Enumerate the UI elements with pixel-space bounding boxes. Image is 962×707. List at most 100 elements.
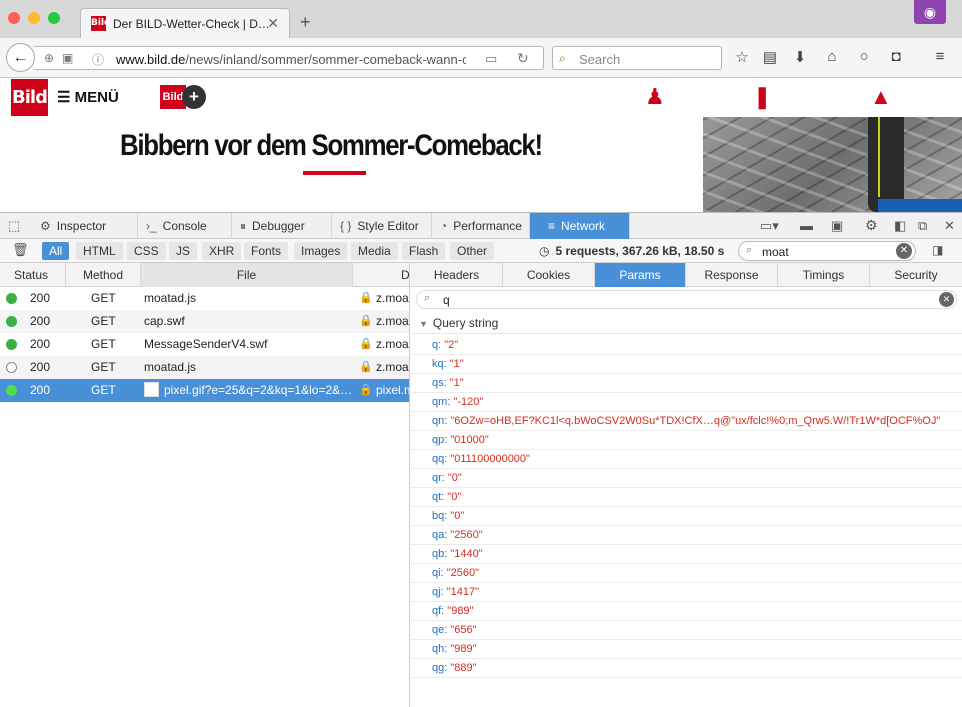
split-console-icon[interactable]: ▬ xyxy=(800,218,813,233)
clear-requests-trash-icon[interactable]: 🗑 xyxy=(12,242,29,258)
tab-timings[interactable]: Timings xyxy=(778,263,870,287)
filter-css-button[interactable]: CSS xyxy=(127,242,166,260)
clear-params-filter-icon[interactable]: ✕ xyxy=(939,292,954,307)
tab-console[interactable]: ›_ Console xyxy=(138,213,232,239)
tab-params[interactable]: Params xyxy=(595,263,686,287)
video-play-bar[interactable] xyxy=(878,199,962,212)
param-row[interactable]: bq: "0" xyxy=(411,507,962,526)
maximize-window-button[interactable] xyxy=(48,12,60,24)
close-window-button[interactable] xyxy=(8,12,20,24)
param-row[interactable]: qa: "2560" xyxy=(411,526,962,545)
param-row[interactable]: qn: "6OZw=oHB,EF?KC1l<q.bWoCSV2W0Su*TDX!… xyxy=(411,412,962,431)
tab-security[interactable]: Security xyxy=(870,263,962,287)
filter-xhr-button[interactable]: XHR xyxy=(202,242,242,260)
element-picker-icon[interactable]: ⬚ xyxy=(8,218,20,234)
param-row[interactable]: kq: "1" xyxy=(411,355,962,374)
param-row[interactable]: qh: "989" xyxy=(411,640,962,659)
hero-image[interactable] xyxy=(703,117,962,212)
request-row[interactable]: 200 GET moatad.js 🔒 z.moat xyxy=(0,287,409,310)
query-string-section[interactable]: ▼ Query string xyxy=(411,312,962,334)
request-row-selected[interactable]: 200 GET pixel.gif?e=25&q=2&kq=1&lo=2&… 🔒… xyxy=(0,379,409,402)
url-filter-input[interactable]: ⌕ moat ✕ xyxy=(738,241,916,261)
tab-performance[interactable]: ◔ Performance xyxy=(432,213,530,239)
browser-tab[interactable]: Bild Der BILD-Wetter-Check | D… ✕ xyxy=(80,8,290,38)
screenshot-icon[interactable]: ▣ xyxy=(831,218,843,234)
filter-html-button[interactable]: HTML xyxy=(76,242,123,260)
url-bar[interactable]: ⊕ ▣ ⓘ www.bild.de/news/inland/sommer/som… xyxy=(34,46,544,70)
new-tab-icon[interactable]: + xyxy=(300,13,311,31)
lock-login-icon[interactable]: ▲ xyxy=(870,84,892,110)
tab-cookies[interactable]: Cookies xyxy=(503,263,595,287)
menu-button[interactable]: ☰ MENÜ xyxy=(57,88,119,106)
param-row[interactable]: qt: "0" xyxy=(411,488,962,507)
param-row[interactable]: qi: "2560" xyxy=(411,564,962,583)
param-row[interactable]: qq: "011100000000" xyxy=(411,450,962,469)
request-row[interactable]: 200 GET moatad.js 🔒 z.moat xyxy=(0,356,409,379)
user-account-icon[interactable]: ♟ xyxy=(645,84,665,110)
clear-filter-icon[interactable]: ✕ xyxy=(896,243,912,259)
column-method[interactable]: Method xyxy=(66,263,141,287)
bildplus-logo[interactable]: Bild + xyxy=(160,85,208,109)
tracking-icon[interactable]: ▣ xyxy=(62,51,73,65)
filter-fonts-button[interactable]: Fonts xyxy=(244,242,289,260)
url-text[interactable]: www.bild.de/news/inland/sommer/sommer-co… xyxy=(116,52,466,67)
bild-logo[interactable]: Bild xyxy=(11,79,48,116)
reader-view-icon[interactable]: ▭ xyxy=(485,51,497,67)
filter-media-button[interactable]: Media xyxy=(351,242,398,260)
search-icon: ⌕ xyxy=(746,244,753,256)
param-row[interactable]: qj: "1417" xyxy=(411,583,962,602)
param-row[interactable]: qr: "0" xyxy=(411,469,962,488)
param-row[interactable]: q: "2" xyxy=(411,336,962,355)
identity-icon[interactable]: ⊕ xyxy=(44,51,54,65)
toggle-details-panel-icon[interactable]: ◨ xyxy=(932,243,943,257)
filter-other-button[interactable]: Other xyxy=(450,242,495,260)
undock-window-icon[interactable]: ⧉ xyxy=(918,218,927,234)
menu-hamburger-icon[interactable]: ≡ xyxy=(930,48,950,65)
settings-gear-icon[interactable]: ⚙ xyxy=(865,217,878,234)
tab-debugger[interactable]: ⏸ Debugger xyxy=(232,213,332,239)
param-row[interactable]: qs: "1" xyxy=(411,374,962,393)
info-icon[interactable]: ⓘ xyxy=(92,51,104,68)
tab-inspector[interactable]: ⚙ Inspector xyxy=(32,213,138,239)
filter-all-button[interactable]: All xyxy=(42,242,70,260)
param-row[interactable]: qp: "01000" xyxy=(411,431,962,450)
dock-side-icon[interactable]: ◧ xyxy=(894,218,906,234)
tab-response[interactable]: Response xyxy=(686,263,778,287)
tab-network[interactable]: ≡ Network xyxy=(530,213,630,239)
filter-images-button[interactable]: Images xyxy=(294,242,348,260)
bookmarks-library-icon[interactable]: ▤ xyxy=(760,48,780,66)
param-row[interactable]: qe: "656" xyxy=(411,621,962,640)
tab-style-editor[interactable]: { } Style Editor xyxy=(332,213,432,239)
column-status[interactable]: Status xyxy=(0,263,66,287)
tab-close-icon[interactable]: ✕ xyxy=(267,15,279,32)
request-row[interactable]: 200 GET cap.swf 🔒 z.moat xyxy=(0,310,409,333)
param-value: "01000" xyxy=(450,434,489,446)
bookmark-star-icon[interactable]: ☆ xyxy=(732,48,752,66)
param-row[interactable]: qm: "-120" xyxy=(411,393,962,412)
reload-icon[interactable]: ↻ xyxy=(517,50,529,67)
column-domain[interactable]: D xyxy=(353,263,409,287)
filter-js-button[interactable]: JS xyxy=(169,242,198,260)
request-row[interactable]: 200 GET MessageSenderV4.swf 🔒 z.moat xyxy=(0,333,409,356)
param-key: qr: xyxy=(432,472,445,484)
close-devtools-icon[interactable]: ✕ xyxy=(944,218,955,234)
filter-flash-button[interactable]: Flash xyxy=(402,242,446,260)
responsive-design-icon[interactable]: ▭▾ xyxy=(760,218,779,234)
chat-bubble-icon[interactable]: ○ xyxy=(854,48,874,65)
minimize-window-button[interactable] xyxy=(28,12,40,24)
article-headline[interactable]: Bibbern vor dem Sommer-Comeback! xyxy=(120,129,543,163)
comments-icon[interactable]: ❚ xyxy=(753,84,771,110)
params-filter-input[interactable]: ⌕ q ✕ xyxy=(416,290,957,309)
back-button[interactable]: ← xyxy=(6,43,35,72)
home-icon[interactable]: ⌂ xyxy=(822,48,842,65)
pocket-icon[interactable]: ◘ xyxy=(886,48,906,65)
param-value: "1" xyxy=(449,377,464,389)
param-row[interactable]: qf: "989" xyxy=(411,602,962,621)
column-file[interactable]: File xyxy=(141,263,353,287)
network-filter-bar: 🗑 All HTML CSS JS XHR Fonts Images Media… xyxy=(0,239,962,263)
search-bar[interactable]: ⌕ Search xyxy=(552,46,722,70)
downloads-icon[interactable]: ⬇ xyxy=(790,48,810,66)
param-row[interactable]: qb: "1440" xyxy=(411,545,962,564)
tab-headers[interactable]: Headers xyxy=(411,263,503,287)
param-row[interactable]: qg: "889" xyxy=(411,659,962,678)
